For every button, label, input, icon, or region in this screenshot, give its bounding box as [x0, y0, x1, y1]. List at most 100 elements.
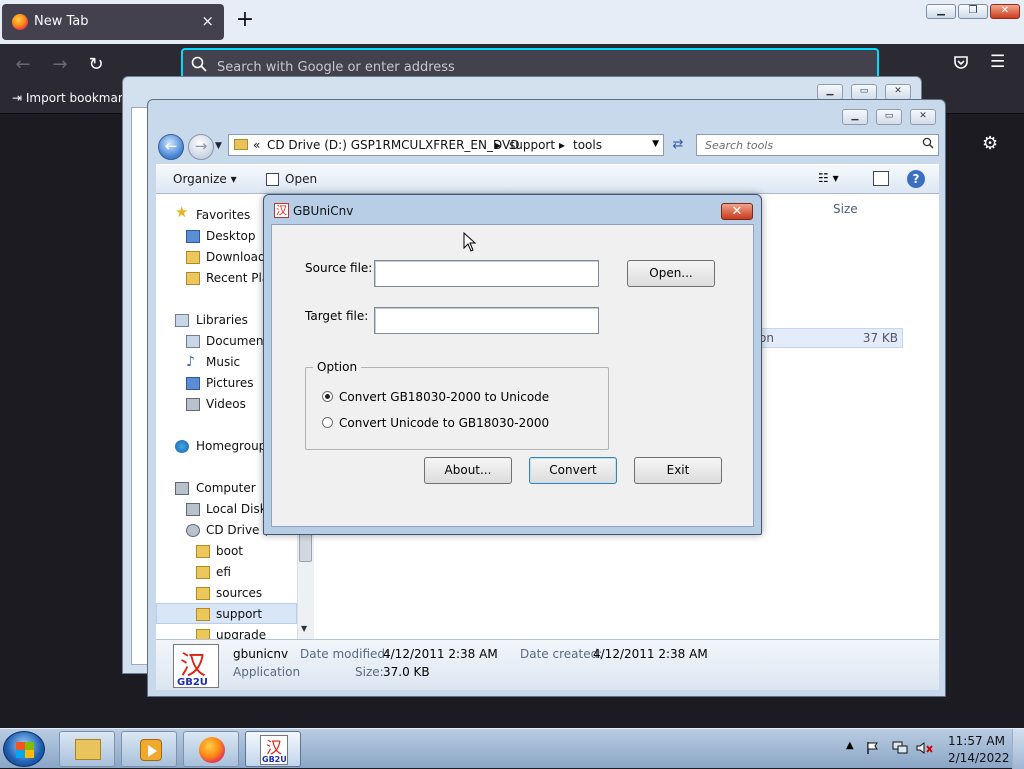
- restore-window-button[interactable]: ❐: [958, 4, 988, 19]
- breadcrumb-overflow[interactable]: «: [253, 138, 260, 152]
- browser-tab[interactable]: New Tab ×: [2, 4, 224, 40]
- nav-sources[interactable]: sources: [216, 586, 262, 600]
- history-dropdown-icon[interactable]: ▼: [215, 141, 222, 151]
- gbunicnv-dialog[interactable]: 汉 GBUniCnv ✕ Source file: Open... Target…: [263, 194, 762, 535]
- nav-support[interactable]: support: [216, 607, 262, 621]
- computer-icon: [175, 482, 189, 495]
- start-button[interactable]: [3, 731, 45, 767]
- taskbar-explorer-button[interactable]: [59, 731, 115, 767]
- nav-upgrade[interactable]: upgrade: [216, 628, 266, 639]
- close-window-button[interactable]: ✕: [885, 84, 911, 100]
- taskbar-media-player-button[interactable]: [121, 731, 177, 767]
- taskbar-gbu-text: GB2U: [262, 755, 287, 764]
- details-modified-value: 4/12/2011 2:38 AM: [383, 647, 498, 661]
- import-bookmarks-button[interactable]: ⇥ Import bookmark: [12, 91, 130, 105]
- nav-efi[interactable]: efi: [216, 565, 231, 579]
- address-dropdown-icon[interactable]: ▼: [652, 139, 659, 149]
- convert-button[interactable]: Convert: [529, 457, 617, 484]
- radio-gb-to-unicode[interactable]: [322, 391, 333, 402]
- organize-label: Organize: [173, 172, 227, 186]
- show-desktop-button[interactable]: [1012, 729, 1024, 769]
- homegroup-icon: [175, 440, 189, 453]
- close-tab-icon[interactable]: ×: [201, 12, 214, 30]
- search-icon[interactable]: [922, 137, 934, 152]
- nav-libraries[interactable]: Libraries: [196, 313, 248, 327]
- address-row: ← → ▼ « CD Drive (D:) GSP1RMCULXFRER_EN_…: [156, 132, 939, 160]
- maximize-window-button[interactable]: ▭: [851, 84, 877, 100]
- open-file-button[interactable]: Open...: [627, 260, 715, 287]
- breadcrumb-drive[interactable]: CD Drive (D:) GSP1RMCULXFRER_EN_DVD: [267, 138, 519, 152]
- nav-documents[interactable]: Document: [206, 334, 268, 348]
- radio-unicode-to-gb[interactable]: [322, 417, 333, 428]
- change-view-button[interactable]: ☷ ▾: [818, 171, 839, 185]
- nav-local-disk[interactable]: Local Disk: [206, 502, 267, 516]
- close-window-button[interactable]: ✕: [910, 109, 936, 125]
- nav-pictures[interactable]: Pictures: [206, 376, 254, 390]
- firefox-icon: [12, 14, 28, 30]
- taskbar-firefox-button[interactable]: [183, 731, 239, 767]
- search-box[interactable]: [696, 134, 939, 156]
- firefox-icon: [199, 737, 225, 763]
- about-button[interactable]: About...: [424, 457, 512, 484]
- nav-computer[interactable]: Computer: [196, 481, 256, 495]
- dialog-title: GBUniCnv: [293, 204, 354, 218]
- option-gb-to-unicode-label[interactable]: Convert GB18030-2000 to Unicode: [339, 390, 549, 404]
- maximize-window-button[interactable]: ▭: [876, 109, 902, 125]
- source-file-label: Source file:: [305, 261, 373, 275]
- minimize-window-button[interactable]: ▁: [817, 84, 843, 100]
- help-icon[interactable]: ?: [907, 170, 925, 188]
- taskbar-gbunicnv-button[interactable]: 汉 GB2U: [245, 731, 301, 767]
- details-file-name: gbunicnv: [233, 647, 289, 661]
- new-tab-button[interactable]: +: [234, 9, 256, 33]
- settings-gear-icon[interactable]: ⚙: [982, 133, 998, 154]
- preview-pane-icon[interactable]: [873, 171, 889, 186]
- open-button[interactable]: Open: [285, 172, 317, 186]
- back-button[interactable]: ←: [158, 134, 184, 160]
- breadcrumb-tools[interactable]: tools: [573, 138, 602, 152]
- forward-arrow-icon[interactable]: →: [49, 54, 71, 76]
- source-file-input[interactable]: [374, 260, 599, 287]
- network-icon[interactable]: [892, 741, 908, 755]
- column-header-size[interactable]: Size: [833, 202, 858, 216]
- back-arrow-icon[interactable]: ←: [12, 54, 34, 76]
- file-row[interactable]: on 37 KB: [756, 328, 903, 348]
- recent-places-icon: [186, 272, 200, 285]
- star-icon: ★: [175, 203, 189, 221]
- reload-icon[interactable]: ↻: [85, 54, 107, 76]
- target-file-input[interactable]: [374, 307, 599, 334]
- url-input[interactable]: [215, 56, 855, 78]
- mouse-pointer-icon: [463, 231, 477, 255]
- dialog-close-button[interactable]: ✕: [721, 203, 753, 220]
- close-window-button[interactable]: ✕: [990, 4, 1020, 19]
- import-icon: ⇥: [12, 91, 23, 105]
- browser-tab-bar: New Tab × + ▁ ❐ ✕: [0, 0, 1024, 44]
- pocket-icon[interactable]: [953, 54, 969, 74]
- minimize-window-button[interactable]: ▁: [926, 4, 956, 19]
- minimize-window-button[interactable]: ▁: [842, 109, 868, 125]
- details-pane: 汉 GB2U gbunicnv Application Date modifie…: [156, 639, 939, 690]
- search-input[interactable]: [703, 137, 913, 153]
- folder-icon: [196, 629, 210, 639]
- exit-button[interactable]: Exit: [634, 457, 722, 484]
- clock-time[interactable]: 11:57 AM: [948, 734, 1005, 748]
- option-unicode-to-gb-label[interactable]: Convert Unicode to GB18030-2000: [339, 416, 549, 430]
- address-bar[interactable]: « CD Drive (D:) GSP1RMCULXFRER_EN_DVD ▸ …: [228, 134, 664, 156]
- nav-boot[interactable]: boot: [216, 544, 243, 558]
- forward-button[interactable]: →: [188, 134, 214, 160]
- action-center-flag-icon[interactable]: [866, 741, 880, 755]
- refresh-icon[interactable]: ⇄: [668, 134, 688, 156]
- details-modified-label: Date modified:: [300, 647, 390, 661]
- hamburger-menu-icon[interactable]: ☰: [990, 52, 1005, 72]
- nav-favorites[interactable]: Favorites: [196, 208, 250, 222]
- app-icon-text: GB2U: [177, 677, 208, 688]
- show-hidden-icons-icon[interactable]: ▲: [846, 740, 854, 751]
- breadcrumb-support[interactable]: support: [509, 138, 555, 152]
- clock-date[interactable]: 2/14/2022: [948, 751, 1010, 765]
- nav-videos[interactable]: Videos: [206, 397, 246, 411]
- nav-homegroup[interactable]: Homegroup: [196, 439, 266, 453]
- volume-muted-icon[interactable]: [916, 741, 933, 755]
- nav-music[interactable]: Music: [206, 355, 240, 369]
- scroll-down-arrow-icon[interactable]: ▼: [301, 624, 307, 633]
- nav-desktop[interactable]: Desktop: [206, 229, 256, 243]
- organize-button[interactable]: Organize ▾: [173, 172, 237, 186]
